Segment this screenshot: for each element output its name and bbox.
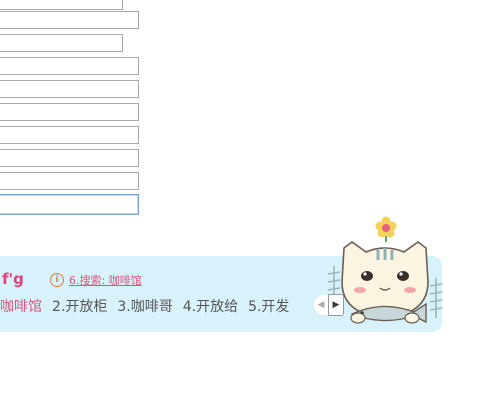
text-field-7[interactable] bbox=[0, 126, 139, 144]
flower-icon bbox=[375, 216, 397, 242]
ime-candidate-2[interactable]: 2.开放柜 bbox=[52, 296, 107, 316]
ime-candidate-3[interactable]: 3.咖啡哥 bbox=[117, 296, 172, 316]
text-field-3[interactable] bbox=[0, 34, 123, 52]
cat-holding-fish-illustration bbox=[327, 216, 443, 324]
text-field-active[interactable] bbox=[0, 194, 139, 215]
text-field-9[interactable] bbox=[0, 172, 139, 190]
ime-pager: ◀ ▶ bbox=[314, 294, 344, 316]
text-field-8[interactable] bbox=[0, 149, 139, 167]
info-circle-icon: i bbox=[50, 273, 64, 287]
ime-search-hint[interactable]: i 6.搜索: 咖啡馆 bbox=[50, 272, 142, 288]
ime-candidate-1[interactable]: 咖啡馆 bbox=[0, 296, 42, 316]
ime-candidate-list: 咖啡馆 2.开放柜 3.咖啡哥 4.开放给 5.开发 bbox=[0, 296, 289, 316]
fishbone-right-icon bbox=[429, 278, 443, 318]
ime-search-hint-text[interactable]: 6.搜索: 咖啡馆 bbox=[69, 272, 142, 288]
ime-candidate-4[interactable]: 4.开放给 bbox=[183, 296, 238, 316]
triangle-right-icon[interactable]: ▶ bbox=[328, 294, 344, 316]
text-field-5[interactable] bbox=[0, 80, 139, 98]
triangle-left-icon[interactable]: ◀ bbox=[314, 295, 328, 315]
ime-composition-text: f'g bbox=[2, 270, 24, 288]
text-field-6[interactable] bbox=[0, 103, 139, 121]
ime-candidate-5[interactable]: 5.开发 bbox=[248, 296, 289, 316]
text-field-4[interactable] bbox=[0, 57, 139, 75]
text-field-2[interactable] bbox=[0, 11, 139, 29]
text-field-1[interactable] bbox=[0, 0, 123, 10]
